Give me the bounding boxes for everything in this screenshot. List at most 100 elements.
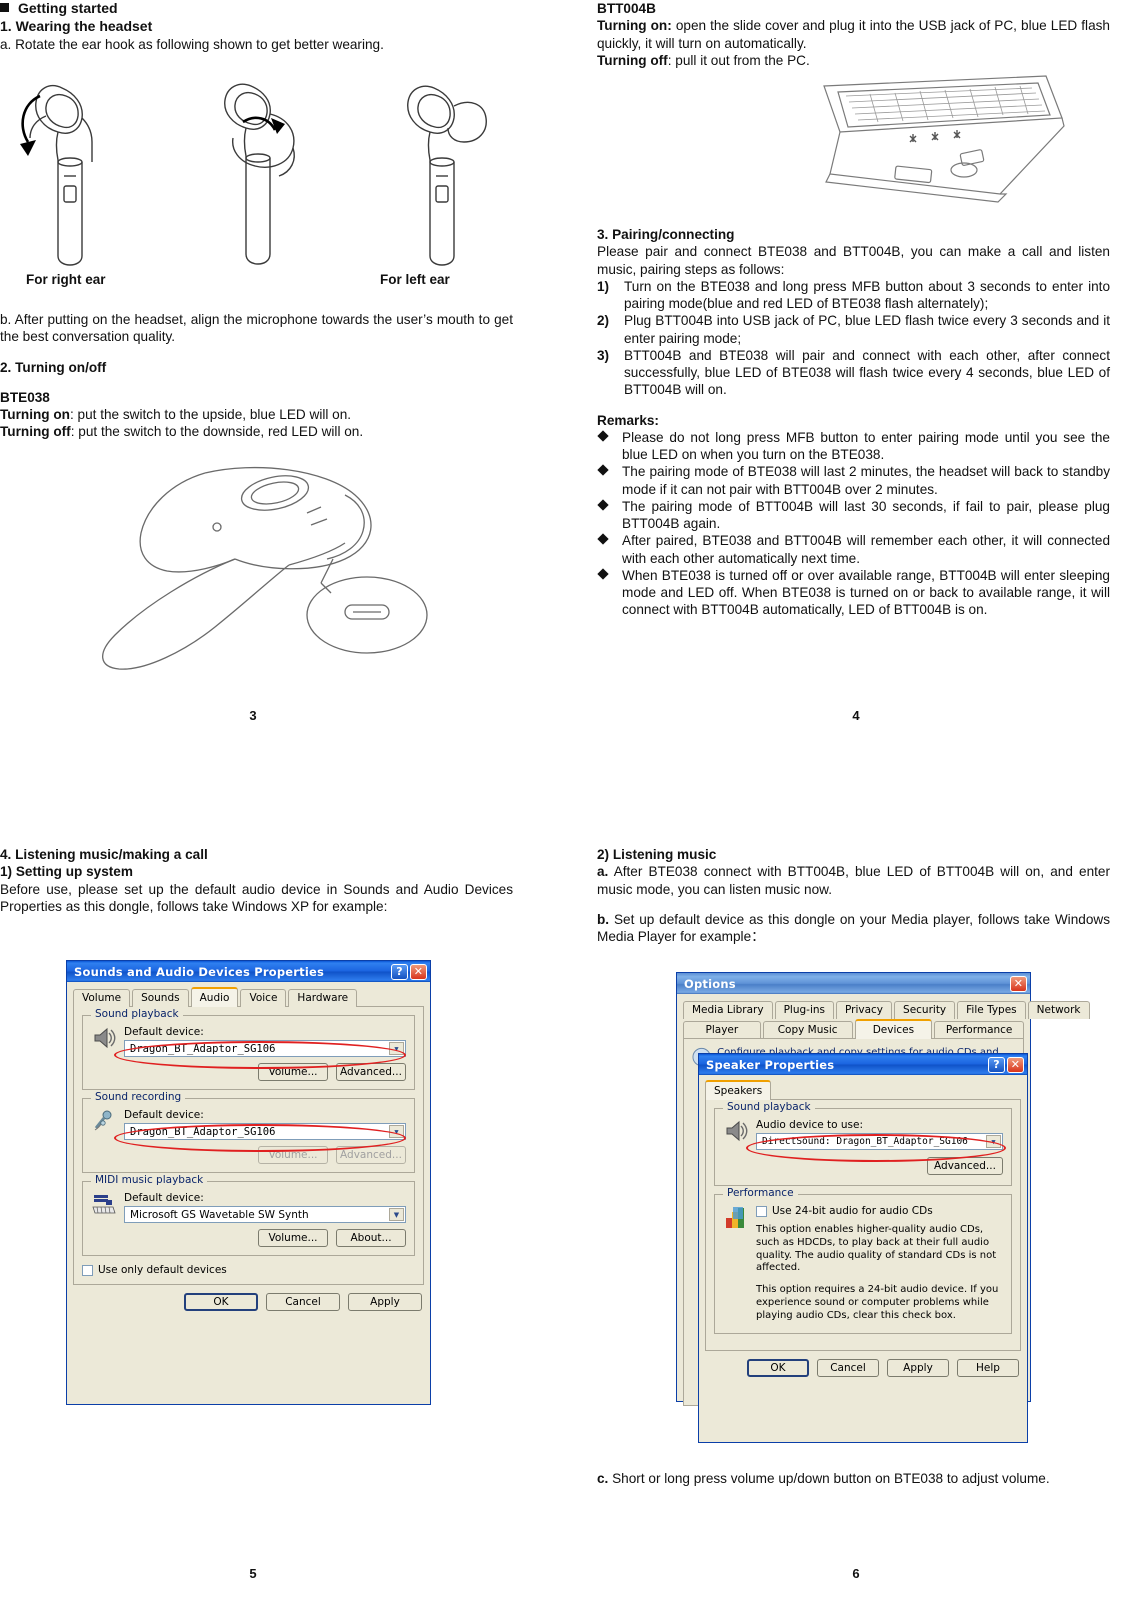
speaker-properties-dialog[interactable]: Speaker Properties ? ✕ Speakers Sound pl… bbox=[698, 1053, 1028, 1443]
cancel-button[interactable]: Cancel bbox=[266, 1293, 340, 1311]
tab-voice[interactable]: Voice bbox=[240, 989, 287, 1007]
speaker-titlebar[interactable]: Speaker Properties ? ✕ bbox=[699, 1054, 1027, 1075]
performance-chart-icon bbox=[726, 1207, 744, 1228]
playback-device-combo[interactable]: Dragon_BT_Adaptor_SG106 ▼ bbox=[124, 1040, 406, 1057]
chevron-down-icon[interactable]: ▼ bbox=[389, 1125, 404, 1138]
chevron-down-icon[interactable]: ▼ bbox=[389, 1208, 404, 1221]
tab-media-library[interactable]: Media Library bbox=[683, 1001, 773, 1019]
recording-device-combo[interactable]: Dragon_BT_Adaptor_SG106 ▼ bbox=[124, 1123, 406, 1140]
tab-privacy[interactable]: Privacy bbox=[836, 1001, 893, 1019]
dialog-footer-buttons[interactable]: OK Cancel Apply bbox=[73, 1293, 424, 1311]
btt004b-turning-off: Turning off: pull it out from the PC. bbox=[597, 52, 810, 68]
tab-sounds[interactable]: Sounds bbox=[132, 989, 189, 1007]
tab-player[interactable]: Player bbox=[683, 1021, 761, 1039]
ok-button[interactable]: OK bbox=[747, 1358, 809, 1377]
wearing-headset-heading: 1. Wearing the headset bbox=[0, 17, 153, 34]
tab-file-types[interactable]: File Types bbox=[957, 1001, 1026, 1019]
tab-security[interactable]: Security bbox=[894, 1001, 956, 1019]
close-icon[interactable]: ✕ bbox=[1010, 975, 1027, 992]
use-24bit-audio-label: Use 24-bit audio for audio CDs bbox=[772, 1205, 933, 1217]
pairing-heading: 3. Pairing/connecting bbox=[597, 227, 735, 242]
speaker-tabs[interactable]: Speakers bbox=[705, 1080, 1021, 1100]
tab-speakers[interactable]: Speakers bbox=[705, 1080, 772, 1100]
chevron-down-icon[interactable]: ▼ bbox=[389, 1042, 404, 1055]
performance-label: Performance bbox=[723, 1187, 798, 1199]
sound-recording-label: Sound recording bbox=[91, 1091, 186, 1103]
apply-button[interactable]: Apply bbox=[348, 1293, 422, 1311]
ok-button[interactable]: OK bbox=[184, 1293, 258, 1311]
headset-figures: For right ear For left ear bbox=[0, 60, 513, 287]
diamond-bullet-icon bbox=[597, 533, 609, 545]
close-icon[interactable]: ✕ bbox=[410, 963, 427, 980]
playback-volume-button[interactable]: Volume... bbox=[258, 1063, 328, 1081]
options-tabs-row1[interactable]: Media Library Plug-ins Privacy Security … bbox=[683, 1000, 1090, 1019]
sounds-audio-devices-dialog[interactable]: Sounds and Audio Devices Properties ? ✕ … bbox=[66, 960, 431, 1405]
help-footer-button[interactable]: Help bbox=[957, 1358, 1019, 1377]
tab-network[interactable]: Network bbox=[1027, 1001, 1090, 1019]
headset-figure-left-ear bbox=[407, 85, 487, 266]
tab-performance[interactable]: Performance bbox=[934, 1021, 1024, 1039]
apply-button[interactable]: Apply bbox=[887, 1358, 949, 1377]
midi-device-combo[interactable]: Microsoft GS Wavetable SW Synth ▼ bbox=[124, 1206, 406, 1223]
tab-volume[interactable]: Volume bbox=[73, 989, 131, 1007]
remark-item: Please do not long press MFB button to e… bbox=[597, 429, 1110, 464]
audio-device-combo[interactable]: DirectSound: Dragon_BT_Adaptor_SG106 ▼ bbox=[756, 1133, 1003, 1150]
recording-volume-button: Volume... bbox=[258, 1146, 328, 1164]
tab-audio[interactable]: Audio bbox=[190, 987, 239, 1007]
cancel-button[interactable]: Cancel bbox=[817, 1358, 879, 1377]
help-button[interactable]: ? bbox=[988, 1056, 1005, 1073]
help-button[interactable]: ? bbox=[391, 963, 408, 980]
use-only-default-devices-checkbox[interactable] bbox=[82, 1264, 93, 1276]
diamond-bullet-icon bbox=[597, 430, 609, 442]
listening-music-c: c. Short or long press volume up/down bu… bbox=[597, 1471, 1050, 1486]
tab-copy-music[interactable]: Copy Music bbox=[762, 1021, 853, 1039]
pairing-step: 1) Turn on the BTE038 and long press MFB … bbox=[597, 278, 1110, 311]
page-number-5: 5 bbox=[249, 1566, 257, 1581]
close-icon[interactable]: ✕ bbox=[1007, 1056, 1024, 1073]
tab-devices[interactable]: Devices bbox=[854, 1019, 933, 1039]
options-tabs-row2[interactable]: Player Copy Music Devices Performance bbox=[683, 1019, 1024, 1039]
btt004b-turning-on: Turning on: open the slide cover and plu… bbox=[597, 18, 1110, 51]
midi-about-button[interactable]: About... bbox=[336, 1229, 406, 1247]
page6-column-2: c. Short or long press volume up/down bu… bbox=[597, 1470, 1110, 1487]
dialog-titlebar[interactable]: Sounds and Audio Devices Properties ? ✕ bbox=[67, 961, 430, 982]
options-title: Options bbox=[684, 976, 736, 991]
listening-music-b: b. Set up default device as this dongle … bbox=[597, 911, 1110, 944]
speaker-advanced-button[interactable]: Advanced... bbox=[927, 1157, 1003, 1175]
options-titlebar[interactable]: Options ✕ bbox=[677, 973, 1030, 994]
use-24bit-audio-checkbox[interactable] bbox=[756, 1205, 767, 1217]
btt004b-model-label: BTT004B bbox=[597, 1, 656, 16]
listening-music-a: a. After BTE038 connect with BTT004B, bl… bbox=[597, 864, 1110, 897]
page-number-3: 3 bbox=[249, 708, 257, 723]
performance-group: Performance Use 24-bit audio for audio C… bbox=[714, 1187, 1012, 1334]
chevron-down-icon[interactable]: ▼ bbox=[986, 1135, 1001, 1148]
sound-playback-label: Sound playback bbox=[91, 1008, 183, 1020]
pairing-step: 3) BTT004B and BTE038 will pair and conne… bbox=[597, 347, 1110, 398]
bte038-turning-on: Turning on: put the switch to the upside… bbox=[0, 407, 352, 422]
speaker-footer-buttons[interactable]: OK Cancel Apply Help bbox=[705, 1358, 1021, 1377]
use-only-default-devices-row[interactable]: Use only default devices bbox=[82, 1264, 415, 1276]
getting-started-heading: Getting started bbox=[0, 0, 513, 18]
sound-recording-group: Sound recording Default device: Dragon_B… bbox=[82, 1091, 415, 1173]
dialog-body: Volume Sounds Audio Voice Hardware Sound… bbox=[67, 982, 430, 1317]
tab-hardware[interactable]: Hardware bbox=[288, 989, 358, 1007]
manual-page: Getting started 1. Wearing the headset a… bbox=[0, 0, 1146, 1618]
midi-volume-button[interactable]: Volume... bbox=[258, 1229, 328, 1247]
diamond-bullet-icon bbox=[597, 499, 609, 511]
sound-playback-group: Sound playback Default device: Dragon_BT… bbox=[82, 1008, 415, 1090]
remark-item: When BTE038 is turned off or over availa… bbox=[597, 567, 1110, 619]
recording-device-value: Dragon_BT_Adaptor_SG106 bbox=[130, 1125, 276, 1138]
dialog-tabs[interactable]: Volume Sounds Audio Voice Hardware bbox=[73, 987, 424, 1007]
microphone-icon bbox=[94, 1110, 112, 1131]
speaker-icon bbox=[94, 1027, 116, 1049]
listening-music-heading: 4. Listening music/making a call bbox=[0, 847, 208, 862]
performance-help-text-2: This option requires a 24-bit audio devi… bbox=[756, 1284, 999, 1321]
tab-plugins[interactable]: Plug-ins bbox=[774, 1001, 834, 1019]
speaker-title: Speaker Properties bbox=[706, 1057, 835, 1072]
playback-device-value: Dragon_BT_Adaptor_SG106 bbox=[130, 1042, 276, 1055]
playback-advanced-button[interactable]: Advanced... bbox=[336, 1063, 406, 1081]
speaker-body: Speakers Sound playback Audio device to … bbox=[699, 1075, 1027, 1383]
audio-device-value: DirectSound: Dragon_BT_Adaptor_SG106 bbox=[762, 1136, 968, 1147]
use-24bit-audio-row[interactable]: Use 24-bit audio for audio CDs bbox=[756, 1205, 1003, 1217]
pairing-steps-list: 1) Turn on the BTE038 and long press MFB … bbox=[597, 278, 1110, 399]
